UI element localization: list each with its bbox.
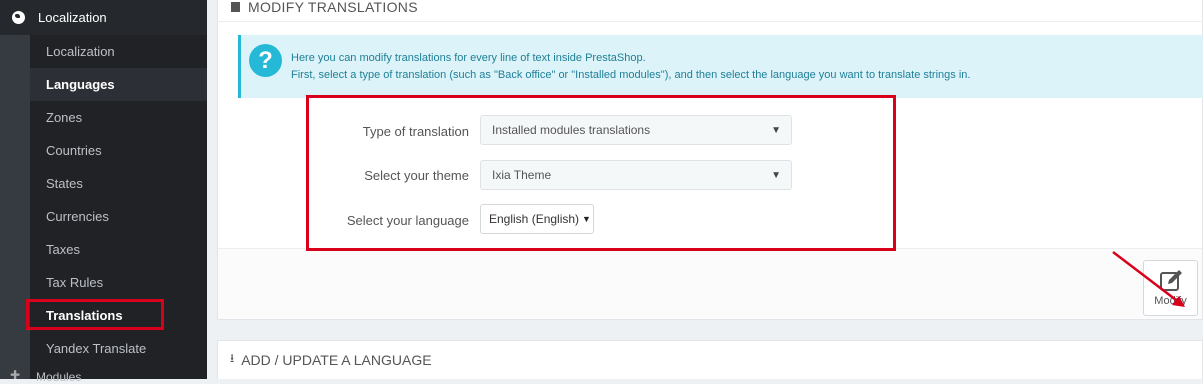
sidebar-item-languages[interactable]: Languages <box>30 68 207 101</box>
sidebar-section-label: Localization <box>38 10 107 25</box>
modules-icon: ✚ <box>10 368 21 382</box>
panel-footer <box>218 248 1202 319</box>
sidebar-item-tax-rules[interactable]: Tax Rules <box>30 266 207 299</box>
add-update-language-panel: ⭳ ADD / UPDATE A LANGUAGE <box>217 340 1203 379</box>
alert-text-line2: First, select a type of translation (suc… <box>291 69 971 81</box>
panel-title: MODIFY TRANSLATIONS <box>248 0 418 15</box>
sidebar-item-zones[interactable]: Zones <box>30 101 207 134</box>
form-highlight-box <box>306 95 896 251</box>
globe-icon <box>12 11 25 24</box>
translations-highlight-box <box>26 299 164 330</box>
panel2-title: ADD / UPDATE A LANGUAGE <box>241 351 432 368</box>
question-icon: ? <box>249 44 282 77</box>
edit-icon <box>1160 270 1182 291</box>
sidebar-item-states[interactable]: States <box>30 167 207 200</box>
sidebar-item-currencies[interactable]: Currencies <box>30 200 207 233</box>
panel2-heading: ⭳ ADD / UPDATE A LANGUAGE <box>230 349 432 370</box>
sidebar-section-modules[interactable]: Modules <box>36 370 81 384</box>
download-icon: ⭳ <box>230 351 235 365</box>
sidebar-item-taxes[interactable]: Taxes <box>30 233 207 266</box>
modify-button[interactable]: Modify <box>1143 260 1198 316</box>
sidebar-item-localization[interactable]: Localization <box>30 35 207 68</box>
document-icon <box>231 1 240 12</box>
alert-text-line1: Here you can modify translations for eve… <box>291 52 646 64</box>
sidebar-item-yandex-translate[interactable]: Yandex Translate <box>30 332 207 365</box>
sidebar-item-countries[interactable]: Countries <box>30 134 207 167</box>
sidebar-section-localization[interactable]: Localization <box>0 0 207 35</box>
info-alert: ? Here you can modify translations for e… <box>238 35 1203 98</box>
modify-button-label: Modify <box>1154 295 1187 307</box>
panel-heading: MODIFY TRANSLATIONS <box>218 0 1203 22</box>
